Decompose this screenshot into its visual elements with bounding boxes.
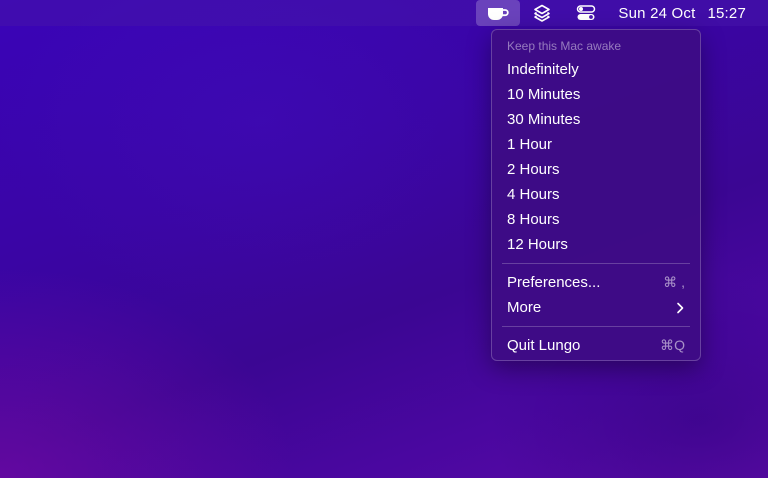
menubar-date[interactable]: Sun 24 Oct — [608, 0, 699, 26]
menu-item-label: 2 Hours — [507, 161, 560, 178]
layers-status-item[interactable] — [520, 0, 564, 26]
menu-item-label: Quit Lungo — [507, 337, 581, 354]
lungo-dropdown-menu: Keep this Mac awake Indefinitely 10 Minu… — [491, 29, 701, 361]
menu-item-label: 8 Hours — [507, 211, 560, 228]
menu-item-30-minutes[interactable]: 30 Minutes — [492, 107, 700, 132]
preferences-shortcut: ⌘ , — [663, 274, 685, 290]
menu-header-keep-awake: Keep this Mac awake — [507, 39, 622, 53]
chevron-right-icon — [675, 302, 685, 314]
menu-item-1-hour[interactable]: 1 Hour — [492, 132, 700, 157]
menu-item-more[interactable]: More — [492, 295, 700, 320]
menubar-time[interactable]: 15:27 — [699, 0, 768, 26]
menu-item-preferences[interactable]: Preferences... ⌘ , — [492, 270, 700, 295]
menu-item-label: 4 Hours — [507, 186, 560, 203]
menu-item-8-hours[interactable]: 8 Hours — [492, 207, 700, 232]
menu-item-quit[interactable]: Quit Lungo ⌘Q — [492, 333, 700, 358]
control-center-icon — [576, 5, 596, 21]
menu-item-2-hours[interactable]: 2 Hours — [492, 157, 700, 182]
lungo-status-item[interactable] — [476, 0, 521, 26]
menu-item-12-hours[interactable]: 12 Hours — [492, 232, 700, 257]
menu-item-4-hours[interactable]: 4 Hours — [492, 182, 700, 207]
menu-item-label: 1 Hour — [507, 136, 553, 153]
menu-item-indefinitely[interactable]: Indefinitely — [492, 57, 700, 82]
menu-item-label: Preferences... — [507, 274, 601, 291]
menu-separator — [502, 263, 690, 264]
menu-item-label: 10 Minutes — [507, 86, 581, 103]
menu-item-label: 12 Hours — [507, 236, 568, 253]
coffee-cup-icon — [486, 5, 510, 21]
menu-item-10-minutes[interactable]: 10 Minutes — [492, 82, 700, 107]
menu-item-label: Indefinitely — [507, 61, 579, 78]
menu-item-label: 30 Minutes — [507, 111, 581, 128]
menu-separator — [502, 326, 690, 327]
control-center-status-item[interactable] — [564, 0, 608, 26]
menu-bar: Sun 24 Oct 15:27 — [0, 0, 768, 26]
quit-shortcut: ⌘Q — [660, 337, 685, 353]
layers-icon — [533, 4, 551, 22]
menu-item-label: More — [507, 299, 542, 316]
